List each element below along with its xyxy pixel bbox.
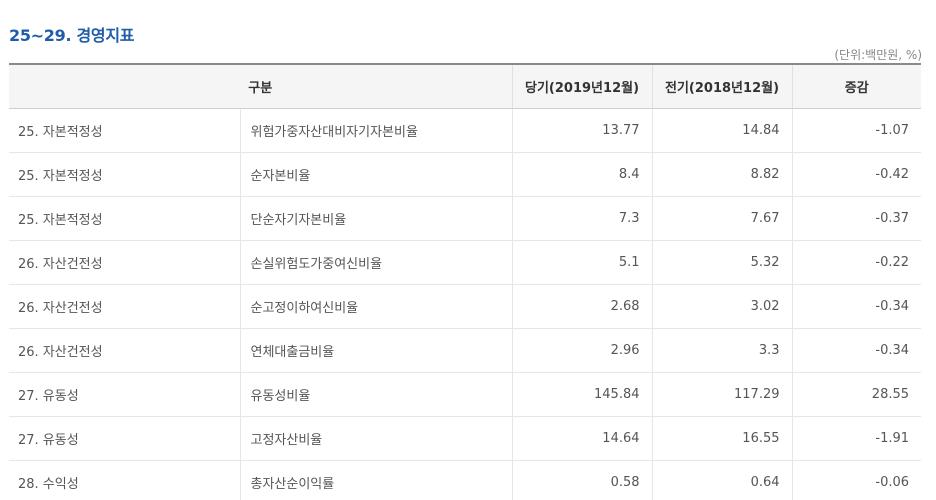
row-previous-value: 3.3 (651, 328, 793, 373)
row-previous-value: 5.32 (651, 240, 793, 285)
row-item: 손실위험도가중여신비율 (239, 240, 513, 285)
row-current-value: 0.58 (511, 460, 653, 500)
table-row: 26. 자산건전성 연체대출금비율 2.96 3.3 -0.34 (9, 328, 922, 373)
row-category: 27. 유동성 (9, 416, 240, 461)
table-row: 28. 수익성 총자산순이익률 0.58 0.64 -0.06 (9, 460, 922, 500)
row-current-value: 7.3 (511, 196, 653, 241)
row-previous-value: 16.55 (651, 416, 793, 461)
row-item: 순자본비율 (239, 152, 513, 197)
header-previous-period: 전기(2018년12월) (651, 63, 793, 109)
table-header-row: 구분 당기(2019년12월) 전기(2018년12월) 증감 (9, 63, 922, 109)
page: 25~29. 경영지표 (단위:백만원, %) 구분 당기(2019년12월) … (0, 0, 936, 500)
table-row: 25. 자본적정성 순자본비율 8.4 8.82 -0.42 (9, 152, 922, 197)
row-current-value: 8.4 (511, 152, 653, 197)
row-previous-value: 7.67 (651, 196, 793, 241)
row-category: 25. 자본적정성 (9, 108, 240, 153)
row-current-value: 14.64 (511, 416, 653, 461)
table-row: 26. 자산건전성 순고정이하여신비율 2.68 3.02 -0.34 (9, 284, 922, 329)
row-previous-value: 117.29 (651, 372, 793, 417)
row-change-value: -0.37 (791, 196, 922, 241)
row-previous-value: 0.64 (651, 460, 793, 500)
row-change-value: -0.22 (791, 240, 922, 285)
row-previous-value: 3.02 (651, 284, 793, 329)
row-category: 25. 자본적정성 (9, 196, 240, 241)
row-category: 27. 유동성 (9, 372, 240, 417)
table-body: 25. 자본적정성 위험가중자산대비자기자본비율 13.77 14.84 -1.07 25… (9, 108, 922, 500)
row-item: 총자산순이익률 (239, 460, 513, 500)
row-item: 연체대출금비율 (239, 328, 513, 373)
section-title: 25~29. 경영지표 (9, 26, 135, 45)
row-change-value: -1.91 (791, 416, 922, 461)
row-category: 25. 자본적정성 (9, 152, 240, 197)
row-category: 26. 자산건전성 (9, 240, 240, 285)
row-change-value: -0.34 (791, 284, 922, 329)
row-change-value: -0.42 (791, 152, 922, 197)
row-previous-value: 8.82 (651, 152, 793, 197)
row-item: 고정자산비율 (239, 416, 513, 461)
row-item: 순고정이하여신비율 (239, 284, 513, 329)
table-row: 25. 자본적정성 위험가중자산대비자기자본비율 13.77 14.84 -1.07 (9, 108, 922, 153)
table-row: 27. 유동성 유동성비율 145.84 117.29 28.55 (9, 372, 922, 417)
table-row: 26. 자산건전성 손실위험도가중여신비율 5.1 5.32 -0.22 (9, 240, 922, 285)
row-previous-value: 14.84 (651, 108, 793, 153)
row-change-value: 28.55 (791, 372, 922, 417)
header-change: 증감 (791, 63, 922, 109)
row-item: 유동성비율 (239, 372, 513, 417)
row-current-value: 13.77 (511, 108, 653, 153)
table-row: 25. 자본적정성 단순자기자본비율 7.3 7.67 -0.37 (9, 196, 922, 241)
header-category: 구분 (9, 63, 513, 109)
metrics-table: 구분 당기(2019년12월) 전기(2018년12월) 증감 25. 자본적정… (9, 63, 922, 500)
row-change-value: -0.34 (791, 328, 922, 373)
row-item: 위험가중자산대비자기자본비율 (239, 108, 513, 153)
row-current-value: 145.84 (511, 372, 653, 417)
row-category: 28. 수익성 (9, 460, 240, 500)
row-category: 26. 자산건전성 (9, 328, 240, 373)
row-category: 26. 자산건전성 (9, 284, 240, 329)
table-row: 27. 유동성 고정자산비율 14.64 16.55 -1.91 (9, 416, 922, 461)
row-change-value: -0.06 (791, 460, 922, 500)
header-current-period: 당기(2019년12월) (511, 63, 653, 109)
row-change-value: -1.07 (791, 108, 922, 153)
row-item: 단순자기자본비율 (239, 196, 513, 241)
row-current-value: 5.1 (511, 240, 653, 285)
unit-note: (단위:백만원, %) (834, 48, 922, 62)
row-current-value: 2.68 (511, 284, 653, 329)
row-current-value: 2.96 (511, 328, 653, 373)
